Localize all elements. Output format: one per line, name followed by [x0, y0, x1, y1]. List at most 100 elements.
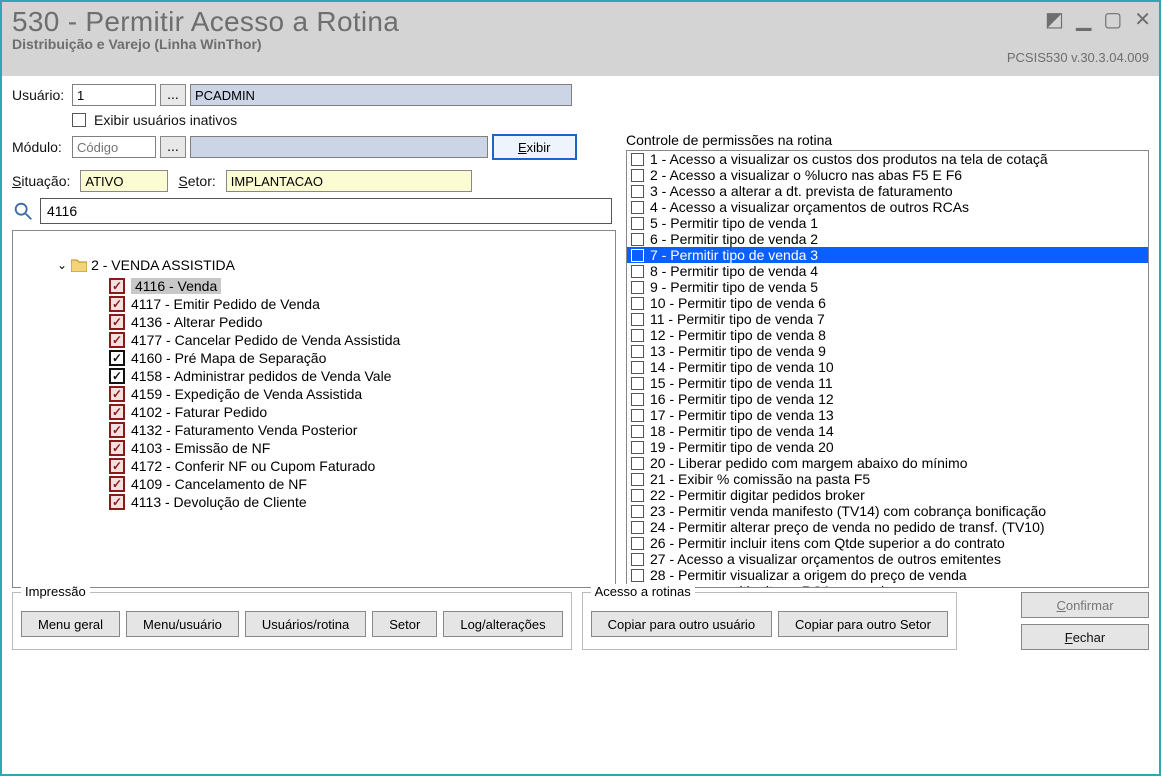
permission-item[interactable]: 16 - Permitir tipo de venda 12 — [627, 391, 1148, 407]
permission-checkbox[interactable] — [631, 297, 644, 310]
permission-item[interactable]: 24 - Permitir alterar preço de venda no … — [627, 519, 1148, 535]
permission-item[interactable]: 27 - Acesso a visualizar orçamentos de o… — [627, 551, 1148, 567]
permission-checkbox[interactable] — [631, 185, 644, 198]
permission-item[interactable]: 11 - Permitir tipo de venda 7 — [627, 311, 1148, 327]
permission-checkbox[interactable] — [631, 553, 644, 566]
permission-item[interactable]: 23 - Permitir venda manifesto (TV14) com… — [627, 503, 1148, 519]
exibir-button[interactable]: Exibir — [492, 134, 577, 160]
tree-checkbox-icon[interactable]: ✓ — [109, 440, 125, 456]
permission-checkbox[interactable] — [631, 249, 644, 262]
access-button[interactable]: Copiar para outro usuário — [591, 611, 772, 637]
permission-item[interactable]: 10 - Permitir tipo de venda 6 — [627, 295, 1148, 311]
print-button[interactable]: Setor — [372, 611, 437, 637]
chevron-down-icon[interactable]: ⌄ — [57, 258, 67, 272]
tree-item[interactable]: ✓4102 - Faturar Pedido — [13, 403, 615, 421]
tree-item[interactable]: ✓4113 - Devolução de Cliente — [13, 493, 615, 511]
permission-item[interactable]: 9 - Permitir tipo de venda 5 — [627, 279, 1148, 295]
tree-item[interactable]: ✓4103 - Emissão de NF — [13, 439, 615, 457]
tree-item[interactable]: ✓4132 - Faturamento Venda Posterior — [13, 421, 615, 439]
usuario-name-input[interactable] — [190, 84, 572, 106]
modulo-name-input[interactable] — [190, 136, 488, 158]
permission-item[interactable]: 12 - Permitir tipo de venda 8 — [627, 327, 1148, 343]
permission-item[interactable]: 7 - Permitir tipo de venda 3 — [627, 247, 1148, 263]
permission-checkbox[interactable] — [631, 457, 644, 470]
tree-item[interactable]: ✓4158 - Administrar pedidos de Venda Val… — [13, 367, 615, 385]
confirm-button[interactable]: Confirmar — [1021, 592, 1149, 618]
permission-item[interactable]: 22 - Permitir digitar pedidos broker — [627, 487, 1148, 503]
permission-item[interactable]: 15 - Permitir tipo de venda 11 — [627, 375, 1148, 391]
tree-checkbox-icon[interactable]: ✓ — [109, 476, 125, 492]
permission-item[interactable]: 8 - Permitir tipo de venda 4 — [627, 263, 1148, 279]
print-button[interactable]: Log/alterações — [443, 611, 562, 637]
permission-checkbox[interactable] — [631, 409, 644, 422]
usuario-lookup-button[interactable]: ... — [160, 84, 186, 106]
permission-item[interactable]: 14 - Permitir tipo de venda 10 — [627, 359, 1148, 375]
tree-item[interactable]: ✓4177 - Cancelar Pedido de Venda Assisti… — [13, 331, 615, 349]
permission-checkbox[interactable] — [631, 281, 644, 294]
permission-item[interactable]: 28 - Permitir visualizar a origem do pre… — [627, 567, 1148, 583]
search-input[interactable] — [40, 198, 612, 224]
permission-checkbox[interactable] — [631, 537, 644, 550]
usuario-code-input[interactable] — [72, 84, 156, 106]
permission-checkbox[interactable] — [631, 441, 644, 454]
tree-checkbox-icon[interactable]: ✓ — [109, 278, 125, 294]
permission-item[interactable]: 6 - Permitir tipo de venda 2 — [627, 231, 1148, 247]
permission-item[interactable]: 20 - Liberar pedido com margem abaixo do… — [627, 455, 1148, 471]
permission-checkbox[interactable] — [631, 201, 644, 214]
permission-checkbox[interactable] — [631, 233, 644, 246]
permission-checkbox[interactable] — [631, 265, 644, 278]
permission-checkbox[interactable] — [631, 521, 644, 534]
permission-checkbox[interactable] — [631, 505, 644, 518]
tree-checkbox-icon[interactable]: ✓ — [109, 386, 125, 402]
tree-checkbox-icon[interactable]: ✓ — [109, 296, 125, 312]
permission-checkbox[interactable] — [631, 313, 644, 326]
permission-checkbox[interactable] — [631, 153, 644, 166]
permission-item[interactable]: 1 - Acesso a visualizar os custos dos pr… — [627, 151, 1148, 167]
tree-item[interactable]: ✓4117 - Emitir Pedido de Venda — [13, 295, 615, 313]
restore-icon[interactable]: ◩ — [1045, 10, 1064, 30]
permission-checkbox[interactable] — [631, 329, 644, 342]
permission-checkbox[interactable] — [631, 569, 644, 582]
search-icon[interactable] — [12, 200, 34, 222]
permission-item[interactable]: 2 - Acesso a visualizar o %lucro nas aba… — [627, 167, 1148, 183]
tree-checkbox-icon[interactable]: ✓ — [109, 350, 125, 366]
close-icon[interactable]: ✕ — [1134, 10, 1151, 30]
tree-checkbox-icon[interactable]: ✓ — [109, 314, 125, 330]
minimize-icon[interactable]: ▁ — [1076, 10, 1091, 30]
permission-checkbox[interactable] — [631, 489, 644, 502]
permissions-list[interactable]: 1 - Acesso a visualizar os custos dos pr… — [626, 150, 1149, 588]
tree-checkbox-icon[interactable]: ✓ — [109, 332, 125, 348]
permission-checkbox[interactable] — [631, 217, 644, 230]
tree-item[interactable]: ✓4136 - Alterar Pedido — [13, 313, 615, 331]
permission-item[interactable]: 17 - Permitir tipo de venda 13 — [627, 407, 1148, 423]
permission-checkbox[interactable] — [631, 361, 644, 374]
tree-folder[interactable]: ⌄ 2 - VENDA ASSISTIDA — [13, 255, 615, 277]
permission-checkbox[interactable] — [631, 345, 644, 358]
exibir-inativos-checkbox[interactable] — [72, 113, 86, 127]
permission-item[interactable]: 19 - Permitir tipo de venda 20 — [627, 439, 1148, 455]
permission-item[interactable]: 13 - Permitir tipo de venda 9 — [627, 343, 1148, 359]
routine-tree[interactable]: ⌄ 2 - VENDA ASSISTIDA ✓4116 - Venda✓4117… — [12, 230, 616, 588]
permission-item[interactable]: 4 - Acesso a visualizar orçamentos de ou… — [627, 199, 1148, 215]
tree-checkbox-icon[interactable]: ✓ — [109, 404, 125, 420]
maximize-icon[interactable]: ▢ — [1103, 10, 1122, 30]
permission-item[interactable]: 3 - Acesso a alterar a dt. prevista de f… — [627, 183, 1148, 199]
setor-input[interactable] — [226, 170, 472, 192]
permission-checkbox[interactable] — [631, 473, 644, 486]
tree-item[interactable]: ✓4160 - Pré Mapa de Separação — [13, 349, 615, 367]
permission-item[interactable]: 5 - Permitir tipo de venda 1 — [627, 215, 1148, 231]
situacao-input[interactable] — [80, 170, 168, 192]
close-button[interactable]: Fechar — [1021, 624, 1149, 650]
tree-item[interactable]: ✓4159 - Expedição de Venda Assistida — [13, 385, 615, 403]
tree-item[interactable]: ✓4109 - Cancelamento de NF — [13, 475, 615, 493]
modulo-lookup-button[interactable]: ... — [160, 136, 186, 158]
tree-checkbox-icon[interactable]: ✓ — [109, 368, 125, 384]
permission-checkbox[interactable] — [631, 377, 644, 390]
print-button[interactable]: Menu/usuário — [126, 611, 239, 637]
tree-item[interactable]: ✓4172 - Conferir NF ou Cupom Faturado — [13, 457, 615, 475]
modulo-code-input[interactable] — [72, 136, 156, 158]
permission-checkbox[interactable] — [631, 425, 644, 438]
tree-checkbox-icon[interactable]: ✓ — [109, 422, 125, 438]
permission-checkbox[interactable] — [631, 169, 644, 182]
tree-item[interactable]: ✓4116 - Venda — [13, 277, 615, 295]
